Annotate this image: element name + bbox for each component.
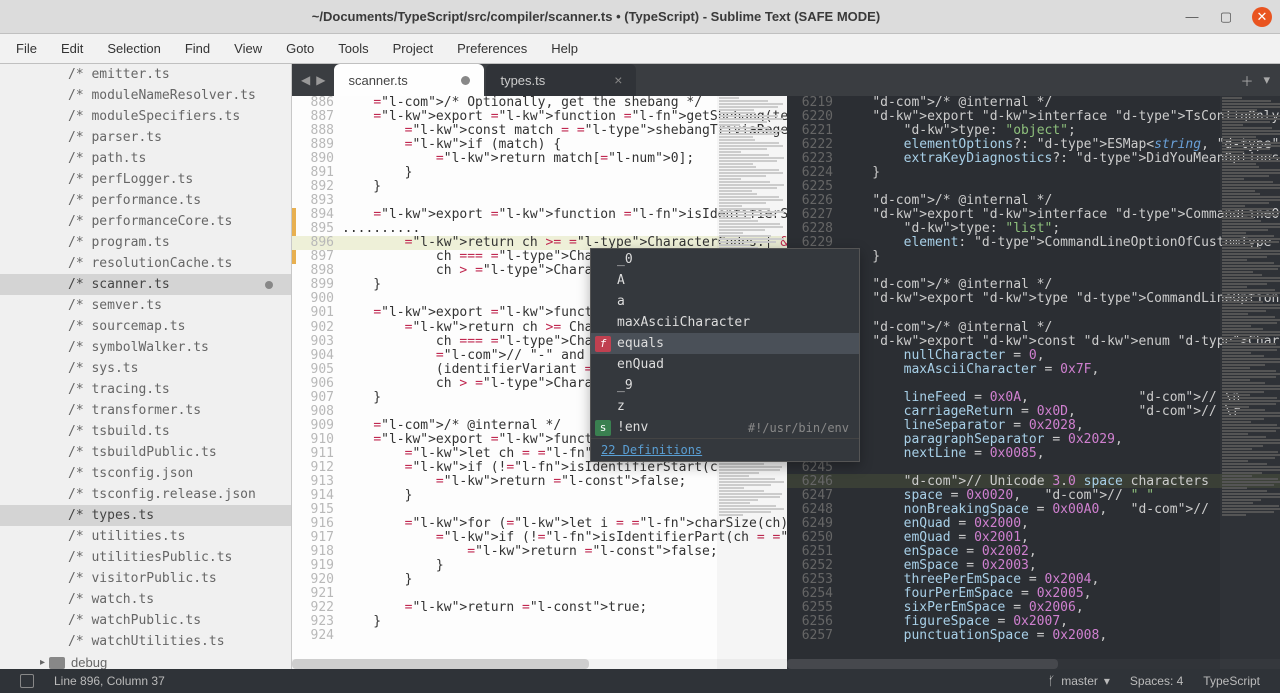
sidebar-item[interactable]: /* moduleSpecifiers.ts [0, 106, 291, 127]
menu-goto[interactable]: Goto [274, 37, 326, 60]
sidebar-item[interactable]: /* performance.ts [0, 190, 291, 211]
sidebar-item[interactable]: /* moduleNameResolver.ts [0, 85, 291, 106]
sidebar-item[interactable]: /* resolutionCache.ts [0, 253, 291, 274]
autocomplete-item[interactable]: enQuad [591, 354, 859, 375]
sidebar-item[interactable]: /* tsbuild.ts [0, 421, 291, 442]
status-cursor-position[interactable]: Line 896, Column 37 [44, 674, 175, 688]
tab-menu-button[interactable]: ▾ [1263, 72, 1270, 88]
autocomplete-footer[interactable]: 22 Definitions [591, 438, 859, 461]
sidebar-item[interactable]: /* emitter.ts [0, 64, 291, 85]
autocomplete-item[interactable]: a [591, 291, 859, 312]
tab-actions: ＋ ▾ [1230, 64, 1280, 96]
minimap[interactable] [1220, 96, 1280, 669]
editor-panes: 886 887 888 889 890 891 892 893 894 895 … [292, 96, 1280, 669]
autocomplete-item[interactable]: A [591, 270, 859, 291]
tab-types[interactable]: types.ts × [486, 64, 636, 96]
menu-selection[interactable]: Selection [95, 37, 172, 60]
autocomplete-item[interactable]: _9 [591, 375, 859, 396]
titlebar: ~/Documents/TypeScript/src/compiler/scan… [0, 0, 1280, 34]
sidebar-item[interactable]: /* utilitiesPublic.ts [0, 547, 291, 568]
status-git-branch[interactable]: ᚶ master ▾ [1038, 674, 1120, 688]
chevron-down-icon: ▾ [1104, 674, 1110, 688]
autocomplete-item[interactable]: fequals [591, 333, 859, 354]
close-button[interactable]: ✕ [1252, 7, 1272, 27]
new-tab-button[interactable]: ＋ [1240, 71, 1253, 90]
sidebar-item[interactable]: /* sourcemap.ts [0, 316, 291, 337]
line-gutter: 886 887 888 889 890 891 892 893 894 895 … [292, 96, 342, 669]
main-area: /* emitter.ts/* moduleNameResolver.ts/* … [0, 64, 1280, 669]
sidebar-item[interactable]: /* watch.ts [0, 589, 291, 610]
sidebar-item[interactable]: /* program.ts [0, 232, 291, 253]
sidebar: /* emitter.ts/* moduleNameResolver.ts/* … [0, 64, 292, 669]
tab-history-nav: ◀ ▶ [292, 64, 334, 96]
autocomplete-item[interactable]: z [591, 396, 859, 417]
status-indentation[interactable]: Spaces: 4 [1120, 674, 1193, 688]
minimize-button[interactable]: — [1184, 9, 1200, 25]
maximize-button[interactable]: ▢ [1218, 9, 1234, 25]
editor-pane-types[interactable]: 6219 6220 6221 6222 6223 6224 6225 6226 … [787, 96, 1280, 669]
sidebar-item[interactable]: /* perfLogger.ts [0, 169, 291, 190]
sidebar-item[interactable]: /* tracing.ts [0, 379, 291, 400]
sidebar-item[interactable]: /* performanceCore.ts [0, 211, 291, 232]
menu-preferences[interactable]: Preferences [445, 37, 539, 60]
sidebar-item[interactable]: /* watchUtilities.ts [0, 631, 291, 652]
sidebar-item[interactable]: /* utilities.ts [0, 526, 291, 547]
autocomplete-item[interactable]: s!env#!/usr/bin/env [591, 417, 859, 438]
menu-project[interactable]: Project [381, 37, 445, 60]
tab-back-button[interactable]: ◀ [298, 73, 313, 87]
menu-file[interactable]: File [4, 37, 49, 60]
status-syntax[interactable]: TypeScript [1193, 674, 1270, 688]
autocomplete-item[interactable]: maxAsciiCharacter [591, 312, 859, 333]
sidebar-file-list[interactable]: /* emitter.ts/* moduleNameResolver.ts/* … [0, 64, 291, 669]
sidebar-item[interactable]: /* tsconfig.release.json [0, 484, 291, 505]
dirty-indicator-icon [265, 281, 273, 289]
tab-label: types.ts [500, 73, 545, 88]
tab-forward-button[interactable]: ▶ [313, 73, 328, 87]
sidebar-item[interactable]: /* transformer.ts [0, 400, 291, 421]
sidebar-item[interactable]: /* watchPublic.ts [0, 610, 291, 631]
menu-help[interactable]: Help [539, 37, 590, 60]
sidebar-folder[interactable]: ▸debug [0, 652, 291, 669]
menu-edit[interactable]: Edit [49, 37, 95, 60]
menubar: FileEditSelectionFindViewGotoToolsProjec… [0, 34, 1280, 64]
editor-area: ◀ ▶ scanner.ts types.ts × ＋ ▾ 886 887 88… [292, 64, 1280, 669]
close-icon[interactable]: × [614, 72, 622, 88]
tab-label: scanner.ts [348, 73, 407, 88]
menu-find[interactable]: Find [173, 37, 222, 60]
horizontal-scrollbar[interactable] [787, 659, 1280, 669]
sidebar-item[interactable]: /* path.ts [0, 148, 291, 169]
tab-scanner[interactable]: scanner.ts [334, 64, 484, 96]
sidebar-item[interactable]: /* visitorPublic.ts [0, 568, 291, 589]
menu-view[interactable]: View [222, 37, 274, 60]
sidebar-item[interactable]: /* types.ts [0, 505, 291, 526]
menu-tools[interactable]: Tools [326, 37, 380, 60]
sidebar-item[interactable]: /* scanner.ts [0, 274, 291, 295]
tab-bar: ◀ ▶ scanner.ts types.ts × ＋ ▾ [292, 64, 1280, 96]
completion-kind-icon: s [595, 420, 611, 436]
status-bar: Line 896, Column 37 ᚶ master ▾ Spaces: 4… [0, 669, 1280, 693]
sidebar-item[interactable]: /* symbolWalker.ts [0, 337, 291, 358]
autocomplete-item[interactable]: _0 [591, 249, 859, 270]
sidebar-item[interactable]: /* tsbuildPublic.ts [0, 442, 291, 463]
window-controls: — ▢ ✕ [1184, 7, 1272, 27]
sidebar-item[interactable]: /* tsconfig.json [0, 463, 291, 484]
horizontal-scrollbar[interactable] [292, 659, 787, 669]
panel-icon [20, 674, 34, 688]
dirty-indicator-icon [461, 76, 470, 85]
branch-icon: ᚶ [1048, 674, 1055, 688]
folder-icon [49, 657, 65, 669]
completion-kind-icon: f [595, 336, 611, 352]
autocomplete-popup[interactable]: _0AamaxAsciiCharacterfequalsenQuad_9zs!e… [590, 248, 860, 462]
sidebar-item[interactable]: /* sys.ts [0, 358, 291, 379]
chevron-right-icon: ▸ [40, 657, 45, 668]
status-panel-toggle[interactable] [10, 674, 44, 688]
sidebar-item[interactable]: /* parser.ts [0, 127, 291, 148]
sidebar-item[interactable]: /* semver.ts [0, 295, 291, 316]
window-title: ~/Documents/TypeScript/src/compiler/scan… [8, 9, 1184, 24]
code-content[interactable]: "d-com">/* @internal */ "d-kw">export "d… [841, 96, 1280, 669]
